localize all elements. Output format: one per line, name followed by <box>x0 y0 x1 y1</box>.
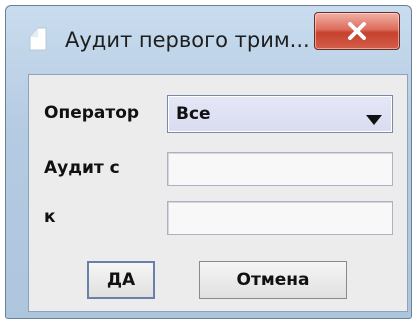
operator-selected-value: Все <box>176 104 211 124</box>
title-bar[interactable]: Аудит первого трим... <box>6 6 411 70</box>
ok-button[interactable]: ДА <box>87 261 155 299</box>
cancel-button[interactable]: Отмена <box>199 261 347 299</box>
document-icon <box>29 27 47 51</box>
operator-label: Оператор <box>44 103 140 123</box>
dialog-window: Аудит первого трим... Оператор Все Аудит… <box>5 5 412 319</box>
dialog-body: Оператор Все Аудит с к ДА Отмена <box>28 74 408 312</box>
audit-from-label: Аудит с <box>44 158 120 178</box>
to-field[interactable] <box>167 201 393 235</box>
close-icon <box>348 22 366 40</box>
triangle-down-icon <box>366 110 382 129</box>
operator-select[interactable]: Все <box>167 95 393 133</box>
audit-from-field[interactable] <box>167 152 393 186</box>
close-button[interactable] <box>314 12 400 50</box>
window-title: Аудит первого трим... <box>65 28 310 52</box>
to-label: к <box>44 207 56 227</box>
